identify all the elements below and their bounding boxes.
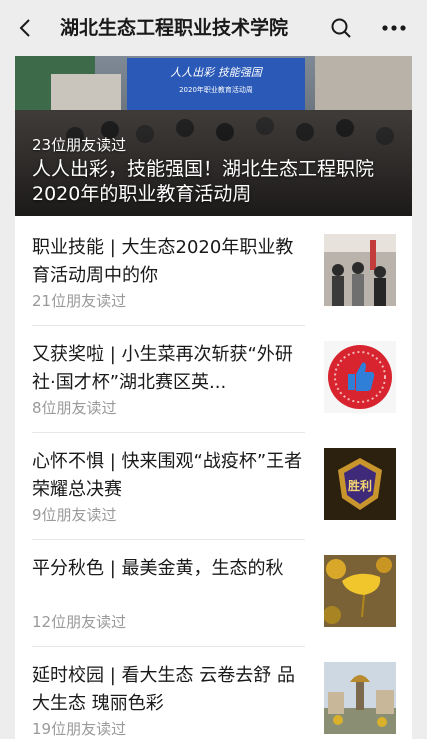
article-read-count: 19位朋友读过	[32, 720, 127, 738]
hero-article[interactable]: 人人出彩 技能强国 2020年职业教育活动周 23位朋友读过 人人出彩，技能强国…	[15, 56, 412, 216]
divider	[32, 432, 305, 433]
more-button[interactable]	[374, 10, 414, 46]
page-title: 湖北生态工程职业技术学院	[60, 17, 289, 39]
article-item[interactable]: 职业技能 | 大生态2020年职业教育活动周中的你 21位朋友读过	[32, 234, 396, 310]
search-icon	[331, 18, 351, 38]
article-thumbnail	[324, 234, 396, 306]
article-read-count: 21位朋友读过	[32, 292, 127, 310]
divider	[32, 539, 305, 540]
ginkgo-leaf-icon	[324, 555, 396, 627]
article-title: 又获奖啦 | 小生菜再次斩获“外研社·国才杯”湖北赛区英...	[32, 344, 293, 393]
article-thumbnail	[324, 555, 396, 627]
back-button[interactable]	[8, 10, 44, 46]
campus-statue-icon	[324, 662, 396, 734]
article-thumbnail	[324, 662, 396, 734]
article-title: 延时校园 | 看大生态 云卷去舒 品大生态 瑰丽色彩	[32, 665, 295, 714]
article-thumbnail	[324, 341, 396, 413]
hero-read-count: 23位朋友读过	[32, 136, 127, 154]
article-title: 职业技能 | 大生态2020年职业教育活动周中的你	[32, 237, 294, 286]
crowd-photo-icon	[324, 234, 396, 306]
top-nav-bar: 湖北生态工程职业技术学院	[0, 0, 427, 56]
article-title: 平分秋色 | 最美金黄，生态的秋	[32, 558, 284, 579]
article-item[interactable]: 平分秋色 | 最美金黄，生态的秋 12位朋友读过	[32, 555, 396, 631]
article-read-count: 8位朋友读过	[32, 399, 117, 417]
article-item[interactable]: 又获奖啦 | 小生菜再次斩获“外研社·国才杯”湖北赛区英... 8位朋友读过	[32, 341, 396, 417]
hero-title: 人人出彩，技能强国！湖北生态工程职院2020年的职业教育活动周	[32, 158, 375, 205]
divider	[32, 646, 305, 647]
game-emblem-icon: 胜利	[324, 448, 396, 520]
banner-text: 人人出彩 技能强国	[170, 66, 263, 79]
more-dots-icon	[382, 25, 406, 31]
article-thumbnail: 胜利	[324, 448, 396, 520]
article-read-count: 9位朋友读过	[32, 506, 117, 524]
article-read-count: 12位朋友读过	[32, 613, 127, 631]
article-title: 心怀不惧 | 快来围观“战疫杯”王者荣耀总决赛	[32, 451, 303, 500]
game-emblem-text: 胜利	[348, 478, 372, 493]
article-item[interactable]: 延时校园 | 看大生态 云卷去舒 品大生态 瑰丽色彩 19位朋友读过	[32, 662, 396, 738]
banner-subtext: 2020年职业教育活动周	[179, 85, 253, 94]
article-item[interactable]: 心怀不惧 | 快来围观“战疫杯”王者荣耀总决赛 9位朋友读过 胜利	[32, 448, 396, 524]
chevron-left-icon	[19, 19, 30, 37]
divider	[32, 325, 305, 326]
article-list-card: 人人出彩 技能强国 2020年职业教育活动周 23位朋友读过 人人出彩，技能强国…	[15, 56, 412, 739]
search-button[interactable]	[323, 10, 359, 46]
thumbs-up-badge-icon	[324, 341, 396, 413]
